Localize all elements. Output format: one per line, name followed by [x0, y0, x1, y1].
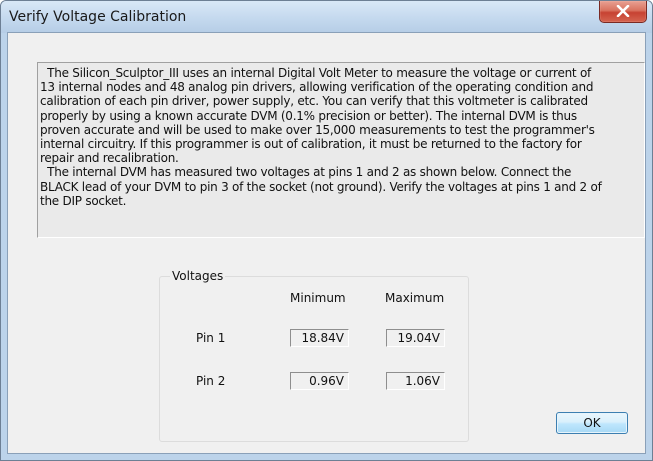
pin2-maximum-value: 1.06V: [386, 372, 445, 390]
pin1-minimum-value: 18.84V: [290, 329, 349, 347]
window-title: Verify Voltage Calibration: [9, 9, 187, 25]
maximum-header: Maximum: [385, 291, 445, 305]
title-bar[interactable]: Verify Voltage Calibration: [1, 1, 652, 33]
minimum-header: Minimum: [290, 291, 346, 305]
ok-button[interactable]: OK: [556, 412, 628, 434]
close-button[interactable]: [599, 1, 647, 23]
pin1-maximum-value: 19.04V: [386, 329, 445, 347]
voltages-group-label: Voltages: [170, 269, 226, 283]
pin2-label: Pin 2: [196, 374, 226, 388]
close-icon: [616, 5, 630, 17]
pin2-minimum-value: 0.96V: [290, 372, 349, 390]
pin1-label: Pin 1: [196, 331, 226, 345]
description-text: The Silicon_Sculptor_III uses an interna…: [37, 62, 645, 238]
